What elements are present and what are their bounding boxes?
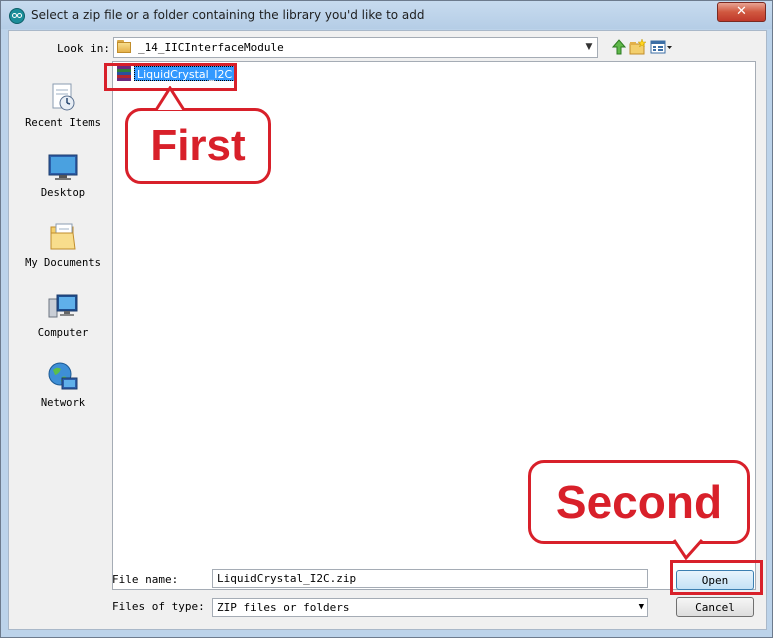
- cancel-button[interactable]: Cancel: [676, 597, 754, 617]
- chevron-down-icon[interactable]: ▼: [639, 599, 644, 616]
- first-callout-tail: [154, 86, 186, 111]
- chevron-down-icon[interactable]: ▼: [581, 38, 597, 57]
- place-network[interactable]: Network: [15, 357, 111, 417]
- recent-items-icon: [47, 81, 79, 113]
- place-computer[interactable]: Computer: [15, 287, 111, 347]
- file-type-value: ZIP files or folders: [217, 601, 350, 614]
- file-type-label: Files of type:: [112, 600, 205, 613]
- dialog-title: Select a zip file or a folder containing…: [31, 8, 425, 22]
- place-recent-items[interactable]: Recent Items: [15, 77, 111, 137]
- places-bar: Recent Items Desktop My Documents Comput…: [15, 61, 111, 593]
- file-name-label: File name:: [112, 573, 179, 586]
- new-folder-icon[interactable]: [629, 38, 647, 56]
- desktop-icon: [47, 151, 79, 183]
- close-button[interactable]: ✕: [717, 2, 766, 22]
- place-desktop[interactable]: Desktop: [15, 147, 111, 207]
- look-in-value: _14_IICInterfaceModule: [138, 41, 284, 54]
- place-label: Computer: [37, 327, 89, 339]
- folder-icon: [117, 40, 131, 53]
- up-folder-icon[interactable]: [610, 38, 628, 56]
- place-label: Recent Items: [25, 117, 101, 129]
- network-icon: [47, 361, 79, 393]
- file-type-select[interactable]: ZIP files or folders ▼: [212, 598, 648, 617]
- place-label: Desktop: [40, 187, 86, 199]
- second-callout: Second: [528, 460, 750, 544]
- file-name-field[interactable]: LiquidCrystal_I2C.zip: [212, 569, 648, 588]
- place-label: My Documents: [25, 257, 101, 269]
- second-highlight-box: [670, 560, 763, 595]
- second-callout-tail: [672, 539, 704, 560]
- place-label: Network: [40, 397, 86, 409]
- arduino-icon: [9, 8, 25, 24]
- place-my-documents[interactable]: My Documents: [15, 217, 111, 277]
- look-in-label: Look in:: [57, 42, 110, 55]
- computer-icon: [47, 291, 79, 323]
- first-callout: First: [125, 108, 271, 184]
- look-in-combo[interactable]: _14_IICInterfaceModule ▼: [113, 37, 598, 58]
- view-menu-icon[interactable]: [650, 38, 674, 56]
- my-documents-icon: [47, 221, 79, 253]
- title-bar[interactable]: Select a zip file or a folder containing…: [1, 1, 772, 29]
